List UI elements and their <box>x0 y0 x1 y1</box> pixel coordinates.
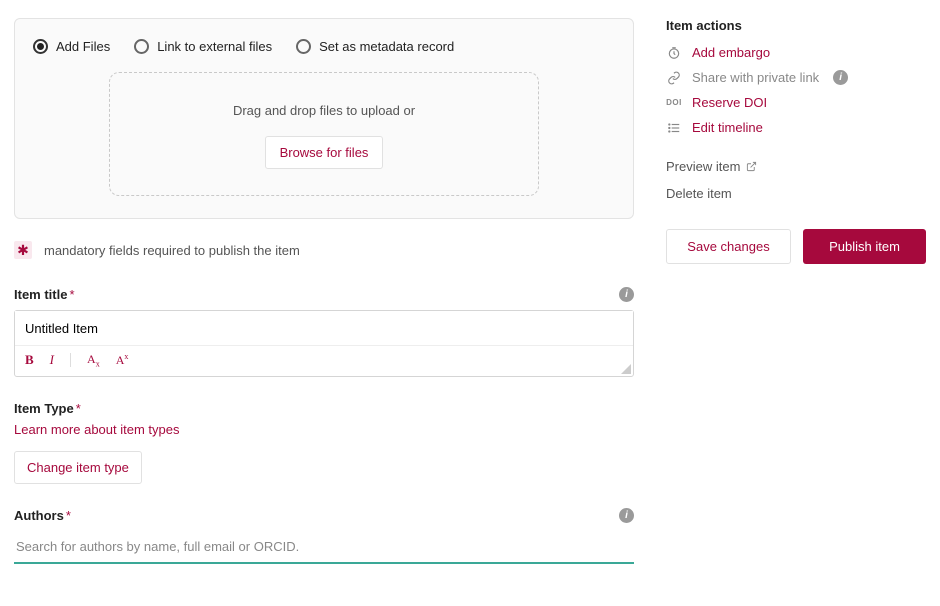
delete-item-label: Delete item <box>666 186 732 201</box>
radio-icon <box>296 39 311 54</box>
info-icon[interactable]: i <box>619 508 634 523</box>
italic-button[interactable]: I <box>50 352 54 368</box>
required-star-icon: ✱ <box>14 241 32 259</box>
item-actions-header: Item actions <box>666 18 926 33</box>
item-title-input[interactable] <box>15 311 633 345</box>
action-edit-timeline[interactable]: Edit timeline <box>666 120 926 135</box>
action-share-private-link[interactable]: Share with private link i <box>666 70 926 85</box>
required-indicator: * <box>66 508 71 523</box>
mode-link-external[interactable]: Link to external files <box>134 39 272 54</box>
item-type-label: Item Type <box>14 401 74 416</box>
timer-icon <box>666 46 682 60</box>
mode-add-files[interactable]: Add Files <box>33 39 110 54</box>
save-changes-button[interactable]: Save changes <box>666 229 791 264</box>
field-item-title: Item title * i B I Ax Ax <box>14 287 634 377</box>
action-reserve-doi[interactable]: DOI Reserve DOI <box>666 95 926 110</box>
mandatory-note-row: ✱ mandatory fields required to publish t… <box>14 241 634 259</box>
mode-add-files-label: Add Files <box>56 39 110 54</box>
mandatory-note-text: mandatory fields required to publish the… <box>44 243 300 258</box>
radio-icon <box>33 39 48 54</box>
action-share-private-label: Share with private link <box>692 70 819 85</box>
info-icon[interactable]: i <box>619 287 634 302</box>
field-item-type: Item Type * Learn more about item types … <box>14 401 634 484</box>
action-add-embargo[interactable]: Add embargo <box>666 45 926 60</box>
superscript-button[interactable]: Ax <box>116 352 129 368</box>
action-reserve-doi-label: Reserve DOI <box>692 95 767 110</box>
upload-panel: Add Files Link to external files Set as … <box>14 18 634 219</box>
title-editor: B I Ax Ax <box>14 310 634 377</box>
secondary-actions: Preview item Delete item <box>666 159 926 201</box>
publish-item-button[interactable]: Publish item <box>803 229 926 264</box>
bold-button[interactable]: B <box>25 352 34 368</box>
info-icon[interactable]: i <box>833 70 848 85</box>
delete-item-link[interactable]: Delete item <box>666 186 926 201</box>
link-icon <box>666 71 682 85</box>
authors-label: Authors <box>14 508 64 523</box>
learn-item-types-link[interactable]: Learn more about item types <box>14 422 179 437</box>
title-format-toolbar: B I Ax Ax <box>15 345 633 376</box>
file-mode-radios: Add Files Link to external files Set as … <box>33 39 615 54</box>
item-title-label: Item title <box>14 287 67 302</box>
field-authors: Authors * i <box>14 508 634 564</box>
subscript-button[interactable]: Ax <box>87 352 100 368</box>
authors-search-input[interactable] <box>14 531 634 564</box>
item-actions-list: Add embargo Share with private link i DO… <box>666 45 926 135</box>
list-icon <box>666 121 682 135</box>
mode-link-external-label: Link to external files <box>157 39 272 54</box>
preview-item-link[interactable]: Preview item <box>666 159 926 174</box>
file-dropzone[interactable]: Drag and drop files to upload or Browse … <box>109 72 539 196</box>
radio-icon <box>134 39 149 54</box>
action-add-embargo-label: Add embargo <box>692 45 770 60</box>
sidebar: Item actions Add embargo Share with priv… <box>666 18 926 588</box>
mode-metadata-record[interactable]: Set as metadata record <box>296 39 454 54</box>
preview-item-label: Preview item <box>666 159 740 174</box>
required-indicator: * <box>76 401 81 416</box>
required-indicator: * <box>69 287 74 302</box>
change-item-type-button[interactable]: Change item type <box>14 451 142 484</box>
browse-files-button[interactable]: Browse for files <box>265 136 384 169</box>
dropzone-text: Drag and drop files to upload or <box>130 103 518 118</box>
mode-metadata-record-label: Set as metadata record <box>319 39 454 54</box>
action-edit-timeline-label: Edit timeline <box>692 120 763 135</box>
sidebar-buttons: Save changes Publish item <box>666 229 926 264</box>
toolbar-divider <box>70 353 71 367</box>
external-link-icon <box>746 161 757 172</box>
resize-handle-icon[interactable] <box>621 364 631 374</box>
doi-icon: DOI <box>666 98 682 107</box>
